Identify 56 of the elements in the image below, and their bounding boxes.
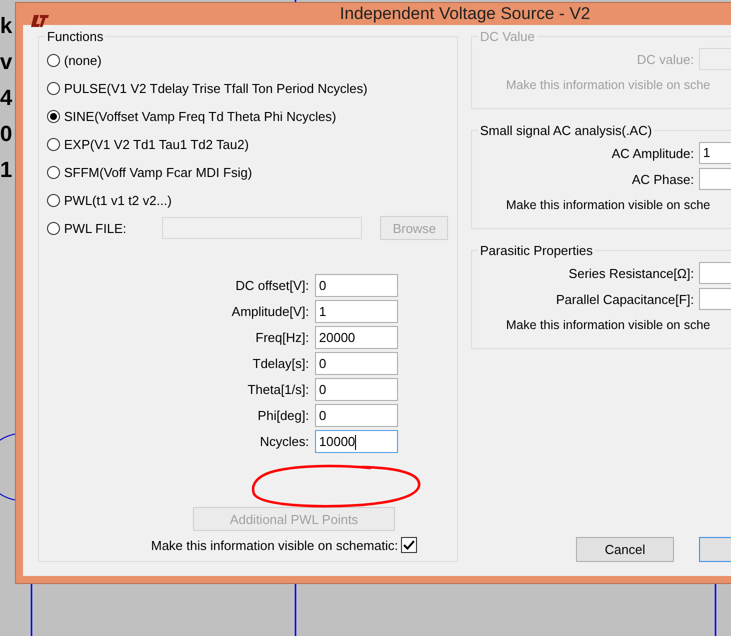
wire-line	[714, 584, 716, 636]
field-label: Series Resistance[Ω]:	[568, 266, 694, 280]
group-title: DC Value	[479, 29, 536, 44]
field-label: DC offset[V]:	[234, 278, 309, 293]
input-field[interactable]	[162, 217, 362, 239]
input-field[interactable]: 1	[699, 142, 731, 164]
cancel-button[interactable]: Cancel	[576, 537, 674, 562]
visibility-label: Make this information visible on sche	[505, 197, 712, 214]
visibility-label: Make this information visible on sche	[505, 77, 712, 94]
input-field[interactable]: 10000	[315, 430, 398, 453]
field-label: Ncycles:	[258, 434, 309, 449]
input-field[interactable]: 0	[315, 274, 398, 297]
group-title: Functions	[46, 29, 104, 44]
visibility-label: Make this information visible on sche	[505, 317, 712, 334]
radio-label[interactable]: PWL(t1 v1 t2 v2...)	[64, 192, 172, 208]
field-label: AC Phase:	[630, 172, 694, 186]
group-title: Small signal AC analysis(.AC)	[479, 123, 653, 138]
field-label: Tdelay[s]:	[252, 356, 309, 371]
schematic-label: 4	[0, 84, 12, 112]
radio-button[interactable]	[47, 54, 60, 66]
radio-label[interactable]: PULSE(V1 V2 Tdelay Trise Tfall Ton Period Ncycles)	[64, 80, 368, 96]
input-field[interactable]: 20000	[315, 326, 398, 349]
field-label: DC value:	[636, 52, 694, 66]
radio-button[interactable]	[47, 138, 60, 150]
radio-label[interactable]: PWL FILE:	[64, 220, 126, 236]
field-label: Parallel Capacitance[F]:	[554, 292, 694, 306]
radio-button[interactable]	[47, 82, 60, 94]
radio-button[interactable]	[47, 166, 60, 178]
wire-line	[294, 584, 296, 636]
radio-label[interactable]: SFFM(Voff Vamp Fcar MDI Fsig)	[64, 164, 252, 180]
input-field[interactable]: 0	[315, 404, 398, 427]
window-title: Independent Voltage Source - V2	[340, 4, 590, 24]
field-label: Phi[deg]:	[256, 408, 309, 423]
circle-arc	[0, 434, 16, 500]
field-label: Theta[1/s]:	[246, 382, 309, 397]
radio-label[interactable]: EXP(V1 V2 Td1 Tau1 Td2 Tau2)	[64, 136, 249, 152]
field-label: Amplitude[V]:	[230, 304, 309, 319]
schematic-label: v	[0, 48, 12, 76]
logo-icon	[30, 14, 50, 28]
input-field[interactable]: 0	[315, 378, 398, 401]
group-title: Parasitic Properties	[479, 243, 594, 258]
schematic-label: 0	[0, 120, 12, 148]
radio-label[interactable]: (none)	[64, 52, 102, 68]
radio-button[interactable]	[47, 222, 60, 234]
input-field[interactable]: 0	[315, 352, 398, 375]
checkbox-label: Make this information visible on schematic:	[151, 538, 398, 552]
field-label: Freq[Hz]:	[254, 330, 309, 345]
field-label: AC Amplitude:	[610, 146, 694, 160]
checkbox[interactable]	[401, 537, 418, 553]
radio-label[interactable]: SINE(Voffset Vamp Freq Td Theta Phi Ncycles)	[64, 108, 336, 124]
radio-button[interactable]	[47, 194, 60, 206]
wire-line	[30, 584, 32, 636]
radio-button[interactable]	[47, 110, 60, 122]
schematic-label: 1	[0, 156, 12, 184]
input-field[interactable]: 1	[315, 300, 398, 323]
schematic-label: k	[0, 12, 12, 40]
